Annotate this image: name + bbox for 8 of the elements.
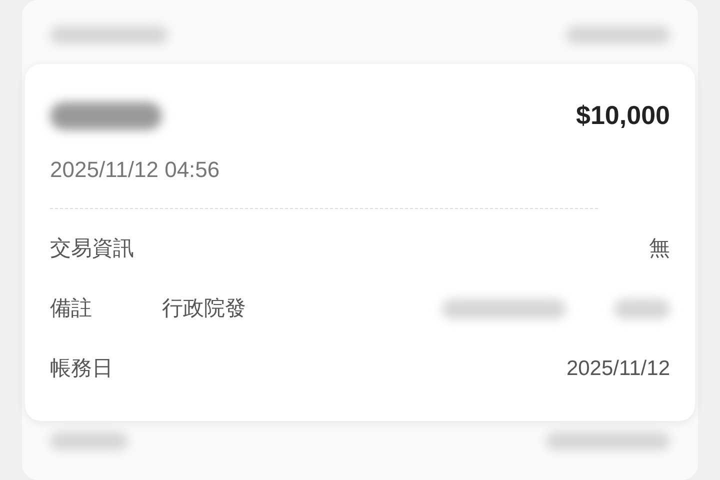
row-label: 帳務日 (50, 356, 114, 382)
row-value: 行政院發 (162, 296, 246, 322)
row-value: 無 (648, 236, 670, 262)
row-value: 2025/11/12 (565, 356, 670, 382)
amount: $10,000 (576, 99, 670, 132)
row-label: 備註 (50, 296, 93, 322)
row-label: 交易資訊 (50, 236, 135, 262)
transaction-time: 2025/11/12 04:56 (50, 156, 221, 184)
